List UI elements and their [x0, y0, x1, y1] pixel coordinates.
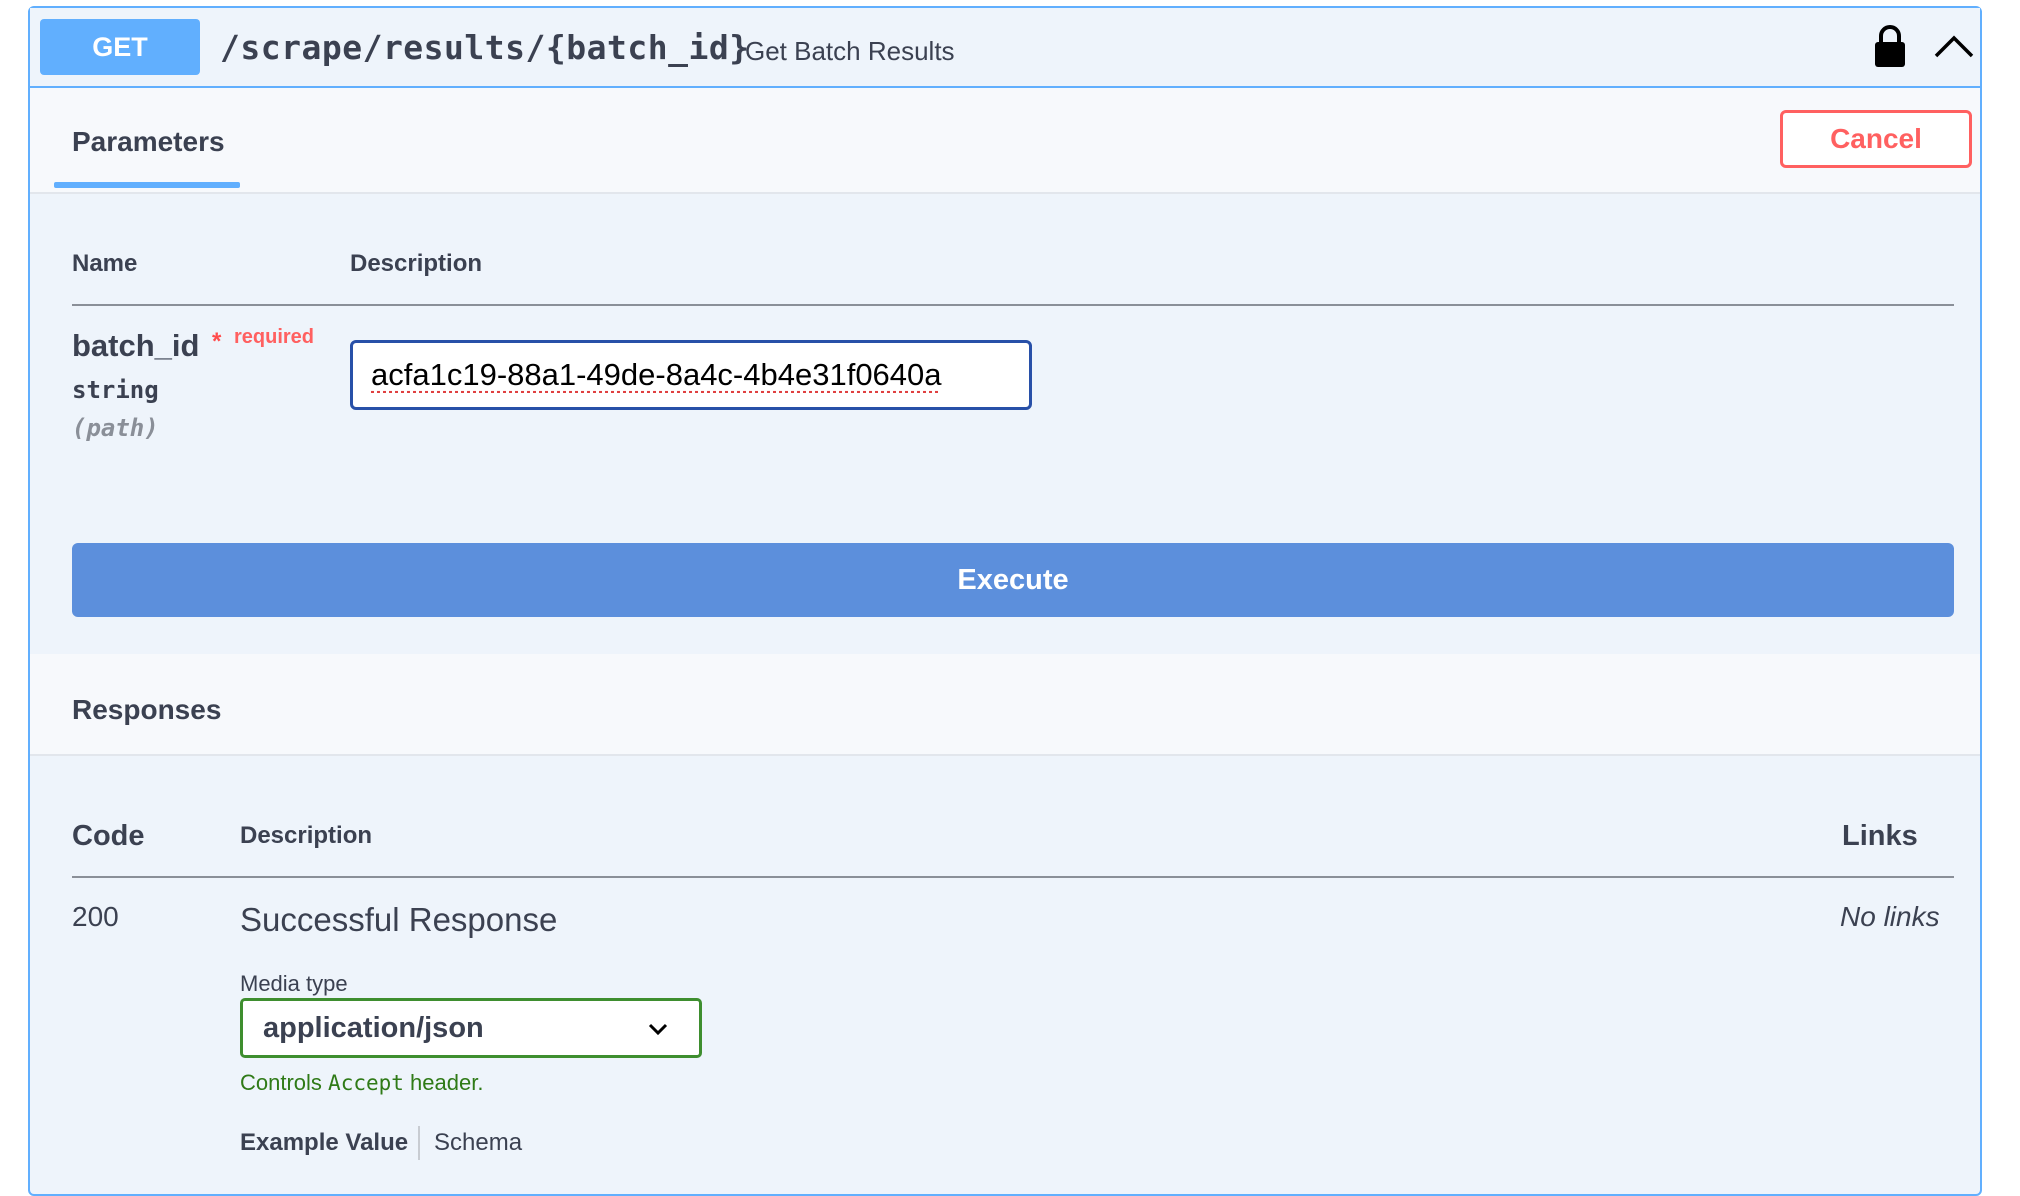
controls-prefix: Controls [240, 1070, 322, 1095]
column-header-description: Description [350, 250, 483, 277]
tab-parameters[interactable]: Parameters [72, 126, 225, 158]
tab-schema[interactable]: Schema [434, 1129, 522, 1157]
operation-summary[interactable]: GET /scrape/results/{batch_id} Get Batch… [30, 8, 1980, 88]
params-header-divider [72, 304, 1954, 306]
controls-code: Accept [328, 1071, 404, 1095]
media-type-label: Media type [240, 971, 348, 996]
operation-block: GET /scrape/results/{batch_id} Get Batch… [28, 6, 1982, 1196]
chevron-up-icon[interactable] [1932, 32, 1976, 60]
parameters-header: Parameters Cancel [30, 88, 1980, 194]
param-name: batch_id [72, 328, 200, 363]
lock-icon[interactable] [1873, 24, 1907, 68]
tab-divider [418, 1126, 420, 1160]
tab-example-value[interactable]: Example Value [240, 1129, 408, 1157]
endpoint-path: /scrape/results/{batch_id} [220, 28, 750, 67]
chevron-down-icon [648, 1023, 668, 1036]
required-label: required [234, 326, 315, 348]
column-header-response-description: Description [240, 822, 373, 849]
endpoint-summary: Get Batch Results [745, 36, 955, 66]
media-type-note: Controls Accept header. [240, 1070, 483, 1096]
controls-suffix: header. [410, 1070, 484, 1095]
param-location: (path) [72, 414, 159, 442]
column-header-code: Code [72, 820, 145, 852]
responses-header-divider [72, 876, 1954, 878]
response-code: 200 [72, 901, 119, 932]
media-type-value: application/json [263, 1011, 484, 1044]
response-links: No links [1840, 901, 1940, 932]
cancel-button[interactable]: Cancel [1780, 110, 1972, 168]
tab-active-indicator [54, 182, 240, 188]
responses-header: Responses [30, 654, 1980, 756]
column-header-name: Name [72, 250, 138, 277]
method-badge: GET [40, 19, 200, 75]
required-star: * [212, 328, 222, 355]
batch-id-input[interactable] [350, 340, 1032, 410]
param-type: string [72, 376, 159, 404]
column-header-links: Links [1842, 820, 1918, 852]
execute-button[interactable]: Execute [72, 543, 1954, 617]
response-description: Successful Response [240, 901, 558, 938]
responses-title: Responses [72, 694, 222, 725]
media-type-select[interactable]: application/json [240, 998, 702, 1058]
